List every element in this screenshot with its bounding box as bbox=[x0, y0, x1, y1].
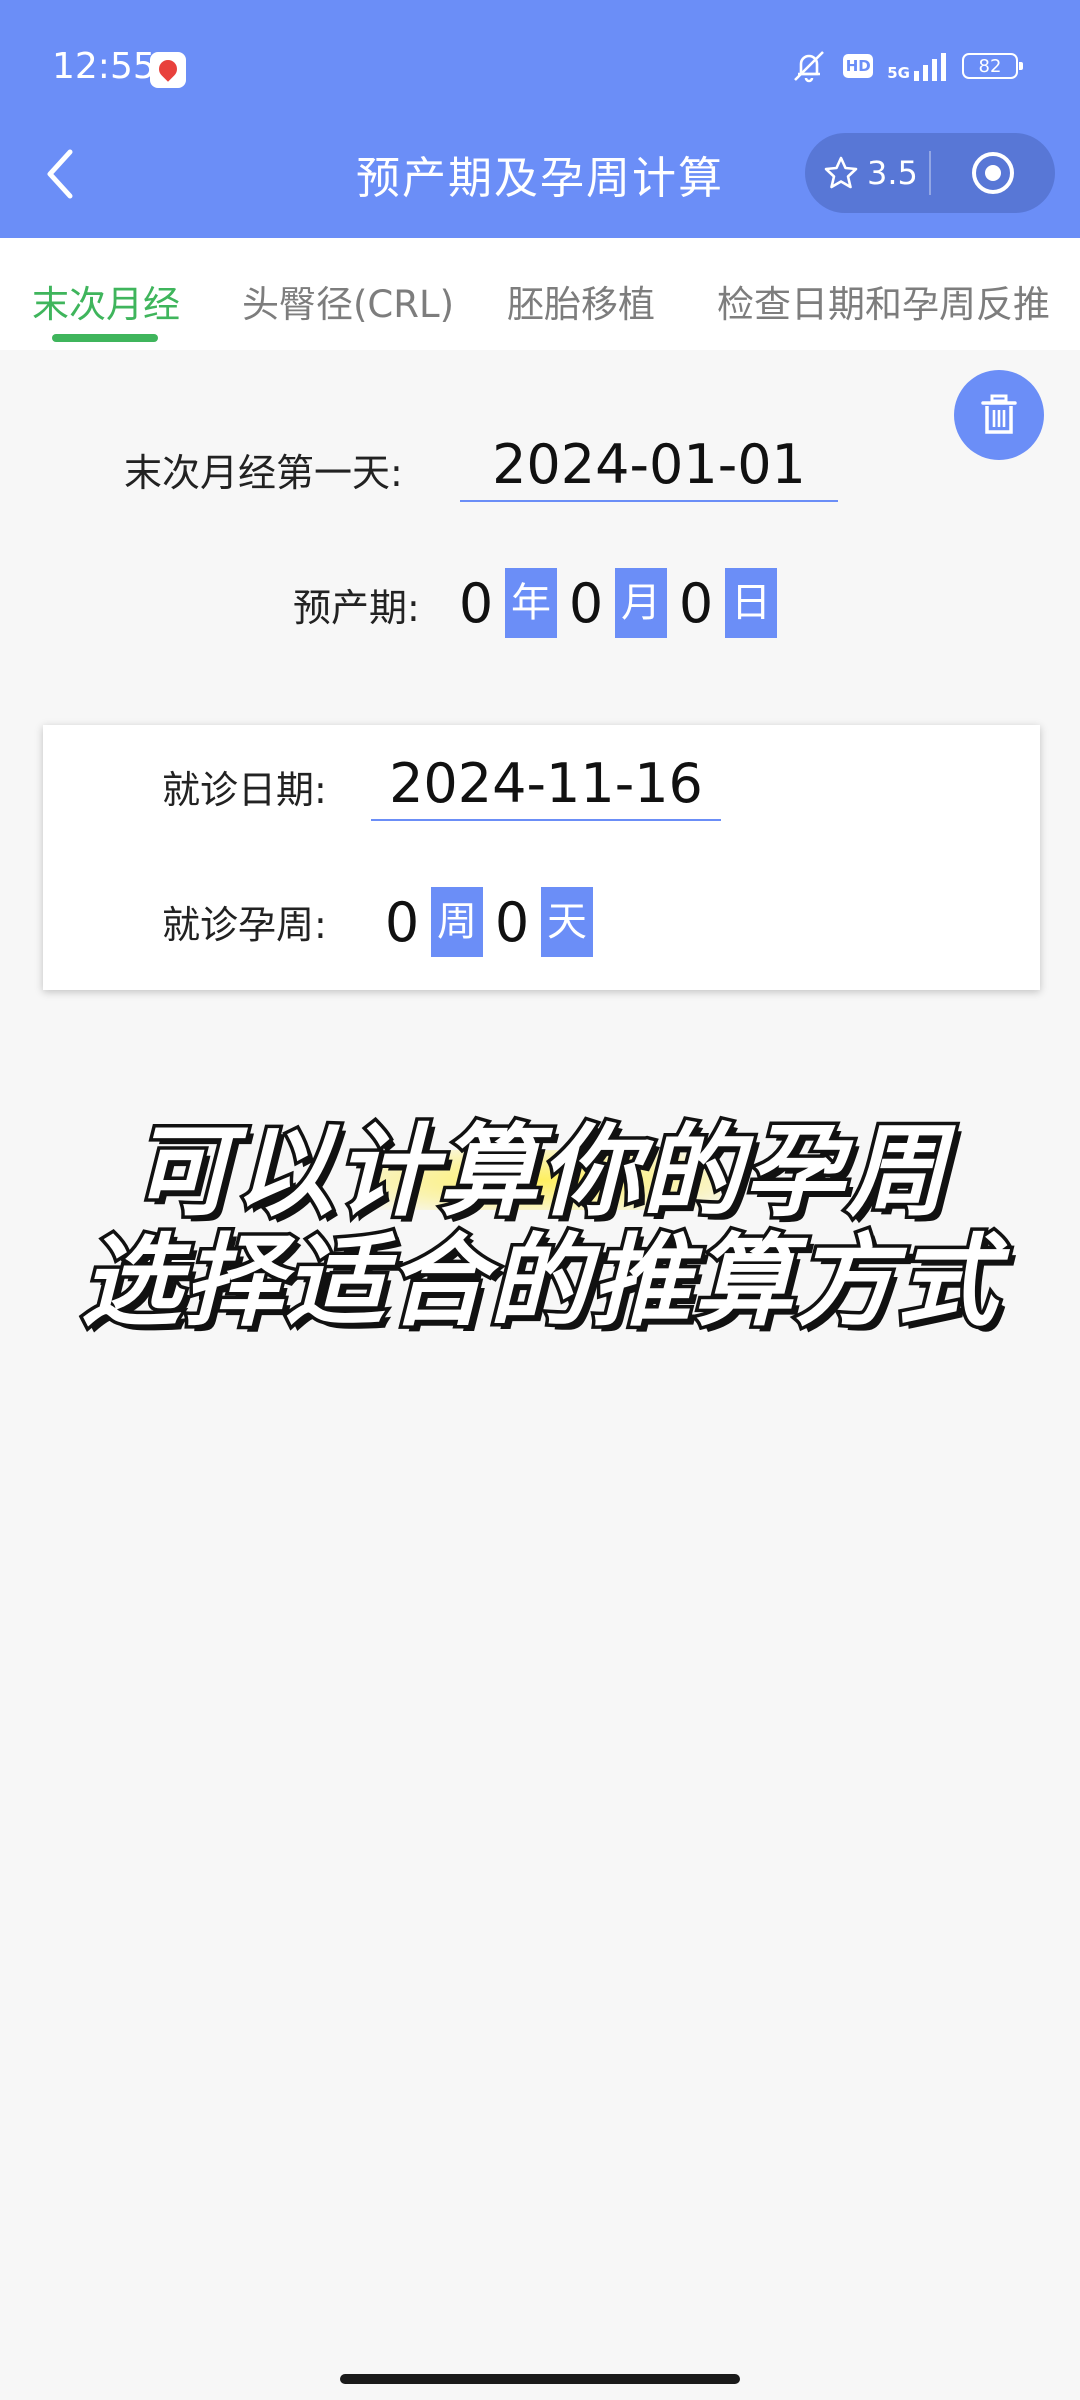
trash-icon bbox=[981, 394, 1017, 434]
due-day-unit: 日 bbox=[725, 568, 777, 638]
visit-week-label: 就诊孕周: bbox=[162, 903, 327, 947]
status-time: 12:55 bbox=[52, 46, 156, 87]
star-icon bbox=[824, 156, 858, 189]
tab-reverse-calc[interactable]: 检查日期和孕周反推 bbox=[717, 274, 1050, 328]
visit-days-unit: 天 bbox=[541, 887, 593, 957]
hd-badge: HD bbox=[843, 54, 874, 78]
rating-button[interactable]: 3.5 bbox=[823, 133, 943, 213]
due-month-value: 0 bbox=[568, 571, 604, 635]
lmp-label: 末次月经第一天: bbox=[124, 451, 403, 495]
visit-date-input[interactable]: 2024-11-16 bbox=[371, 749, 721, 821]
clear-button[interactable] bbox=[954, 370, 1044, 460]
visit-weeks-value: 0 bbox=[384, 890, 420, 954]
visit-date-label: 就诊日期: bbox=[162, 768, 327, 812]
due-date-result: 0 年 0 月 0 日 bbox=[447, 568, 777, 638]
signal-bars-icon bbox=[914, 53, 946, 81]
due-year-unit: 年 bbox=[505, 568, 557, 638]
caption-line-2: 选择适合的推算方式 bbox=[78, 1220, 1001, 1344]
visit-weeks-unit: 周 bbox=[431, 887, 483, 957]
battery-indicator: 82 bbox=[962, 53, 1023, 79]
tab-crl[interactable]: 头臀径(CRL) bbox=[242, 274, 454, 328]
due-year-value: 0 bbox=[458, 571, 494, 635]
tab-embryo-transfer[interactable]: 胚胎移植 bbox=[507, 274, 655, 328]
status-icons: HD 5G 82 bbox=[789, 46, 1023, 86]
target-icon[interactable] bbox=[969, 149, 1017, 197]
active-tab-indicator bbox=[52, 334, 158, 342]
visit-week-result: 0 周 0 天 bbox=[373, 887, 593, 957]
app-header: 12:55 HD 5G 82 预产期及孕周计算 3.5 bbox=[0, 0, 1080, 238]
home-indicator[interactable] bbox=[340, 2374, 740, 2384]
tab-lmp[interactable]: 末次月经 bbox=[32, 274, 180, 328]
visit-card: 就诊日期: 2024-11-16 就诊孕周: 0 周 0 天 bbox=[43, 725, 1040, 990]
lmp-date-input[interactable]: 2024-01-01 bbox=[460, 430, 838, 502]
rating-value: 3.5 bbox=[867, 154, 918, 192]
due-month-unit: 月 bbox=[615, 568, 667, 638]
visit-days-value: 0 bbox=[494, 890, 530, 954]
tab-bar: 末次月经 头臀径(CRL) 胚胎移植 检查日期和孕周反推 bbox=[0, 238, 1080, 350]
signal-group: 5G bbox=[887, 51, 948, 81]
due-day-value: 0 bbox=[678, 571, 714, 635]
capsule-divider bbox=[929, 151, 931, 195]
mini-program-capsule: 3.5 bbox=[805, 133, 1055, 213]
network-type: 5G bbox=[887, 64, 910, 82]
mute-bell-icon bbox=[794, 51, 825, 83]
notification-app-icon bbox=[150, 52, 186, 88]
due-date-label: 预产期: bbox=[293, 586, 420, 630]
